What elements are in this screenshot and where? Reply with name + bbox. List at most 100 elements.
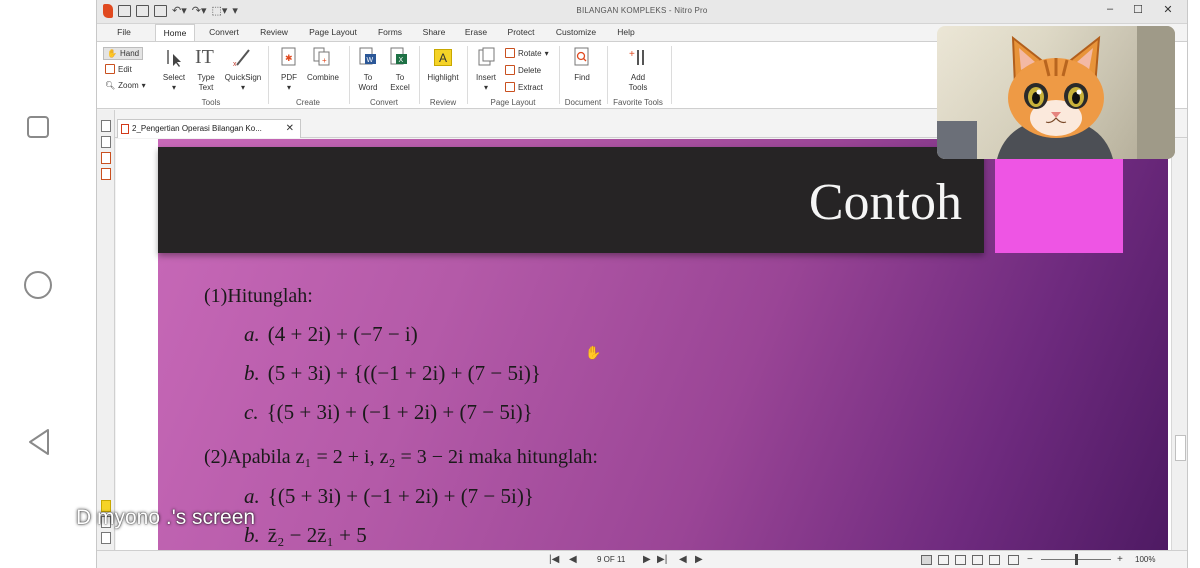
type-text-icon: IT xyxy=(195,46,214,68)
question-1b: b. (5 + 3i) + {((−1 + 2i) + (7 − 5i)} xyxy=(244,361,541,385)
group-label-review: Review xyxy=(429,98,457,107)
vertical-scrollbar[interactable] xyxy=(1171,139,1187,550)
minimize-button[interactable]: – xyxy=(1100,3,1120,15)
select-icon xyxy=(167,50,181,67)
question-2: (2)Apabila z₁ = 2 + i, z₂ = 3 − 2i maka … xyxy=(204,446,598,468)
zoom-tool-button[interactable]: 🔍︎ Zoom ▾ xyxy=(105,81,146,90)
add-tools-icon: + xyxy=(629,49,644,65)
single-page-view-icon[interactable] xyxy=(921,555,932,565)
svg-text:W: W xyxy=(367,57,374,64)
document-view[interactable]: Contoh (1)Hitunglah: a. (4 + 2i) + (−7 − … xyxy=(116,139,1171,550)
group-label-create: Create xyxy=(295,98,320,107)
scrollbar-thumb[interactable] xyxy=(1175,435,1186,461)
last-page-icon[interactable]: ▶| xyxy=(657,554,667,566)
extract-icon xyxy=(505,82,515,92)
tab-protect[interactable]: Protect xyxy=(501,24,541,41)
to-word-button[interactable]: To xyxy=(355,73,381,83)
tab-convert[interactable]: Convert xyxy=(201,24,247,41)
zoom-in-button[interactable]: + xyxy=(1117,554,1123,566)
find-icon xyxy=(574,47,589,66)
fit-page-icon[interactable] xyxy=(989,555,1000,565)
delete-icon xyxy=(505,65,515,75)
zoom-level[interactable]: 100% xyxy=(1135,555,1155,564)
combine-icon: + xyxy=(313,47,330,66)
navigation-pane xyxy=(97,110,115,568)
edit-icon xyxy=(105,64,115,74)
pages-panel-icon[interactable] xyxy=(101,120,111,132)
next-page-icon[interactable]: ▶ xyxy=(643,554,651,566)
zoom-out-button[interactable]: − xyxy=(1027,554,1033,566)
document-tab[interactable]: 2_Pengertian Operasi Bilangan Ko... ✕ xyxy=(117,119,301,138)
to-excel-button[interactable]: To xyxy=(387,73,413,83)
tab-customize[interactable]: Customize xyxy=(551,24,601,41)
tab-review[interactable]: Review xyxy=(253,24,295,41)
insert-icon xyxy=(478,47,495,66)
hand-icon: ✋ xyxy=(107,49,117,58)
group-label-convert: Convert xyxy=(369,98,398,107)
home-button[interactable] xyxy=(24,271,52,299)
extract-button[interactable]: Extract xyxy=(505,82,543,92)
pdf-button[interactable]: PDF xyxy=(275,73,303,83)
status-bar: |◀ ◀ 9 OF 11 ▶ ▶| ◀ ▶ − + 100% xyxy=(97,550,1187,568)
svg-text:x: x xyxy=(233,61,237,67)
recent-apps-button[interactable] xyxy=(27,116,49,138)
combine-button[interactable]: Combine xyxy=(303,73,343,83)
security-panel-icon[interactable] xyxy=(101,168,111,180)
zoom-icon: 🔍︎ xyxy=(105,81,116,90)
next-view-icon[interactable]: ▶ xyxy=(695,554,703,566)
select-button[interactable]: Select xyxy=(159,73,189,83)
question-2a: a. {(5 + 3i) + (−1 + 2i) + (7 − 5i)} xyxy=(244,484,534,508)
zoom-slider-knob[interactable] xyxy=(1075,554,1078,565)
rotate-button[interactable]: Rotate ▾ xyxy=(505,48,549,58)
tab-forms[interactable]: Forms xyxy=(371,24,409,41)
bookmarks-panel-icon[interactable] xyxy=(101,136,111,148)
facing-continuous-view-icon[interactable] xyxy=(972,555,983,565)
delete-button[interactable]: Delete xyxy=(505,65,541,75)
highlight-icon: A xyxy=(434,49,452,66)
quicksign-button[interactable]: QuickSign xyxy=(223,73,263,83)
question-1: (1)Hitunglah: xyxy=(204,285,313,307)
tab-home[interactable]: Home xyxy=(155,24,195,41)
slide-accent-block xyxy=(995,147,1123,253)
svg-text:X: X xyxy=(399,57,404,64)
group-label-document: Document xyxy=(564,98,602,107)
previous-view-icon[interactable]: ◀ xyxy=(679,554,687,566)
attachments-panel-icon[interactable] xyxy=(101,152,111,164)
pdf-create-icon: ✱ xyxy=(281,47,296,66)
maximize-button[interactable]: ☐ xyxy=(1128,3,1148,16)
hand-cursor-icon: ✋ xyxy=(585,345,602,360)
find-button[interactable]: Find xyxy=(567,73,597,83)
svg-text:✱: ✱ xyxy=(285,53,293,63)
question-1c: c. {(5 + 3i) + (−1 + 2i) + (7 − 5i)} xyxy=(244,400,533,424)
edit-tool-button[interactable]: Edit xyxy=(105,64,132,74)
tab-erase[interactable]: Erase xyxy=(459,24,493,41)
highlight-button[interactable]: Highlight xyxy=(423,73,463,83)
participant-video xyxy=(937,26,1175,159)
document-tab-title: 2_Pengertian Operasi Bilangan Ko... xyxy=(132,124,262,133)
group-label-page-layout: Page Layout xyxy=(490,98,536,107)
tab-help[interactable]: Help xyxy=(611,24,641,41)
close-tab-button[interactable]: ✕ xyxy=(286,120,294,138)
type-text-button[interactable]: Type xyxy=(191,73,221,83)
continuous-view-icon[interactable] xyxy=(938,555,949,565)
fit-width-icon[interactable] xyxy=(1008,555,1019,565)
slide-page: Contoh (1)Hitunglah: a. (4 + 2i) + (−7 − … xyxy=(158,139,1168,550)
insert-button[interactable]: Insert xyxy=(471,73,501,83)
title-bar: ↶▾ ↷▾ ⬚▾ ▾ BILANGAN KOMPLEKS - Nitro Pro… xyxy=(97,0,1187,24)
add-tools-button[interactable]: Add xyxy=(623,73,653,83)
facing-view-icon[interactable] xyxy=(955,555,966,565)
close-window-button[interactable]: ✕ xyxy=(1158,3,1178,16)
first-page-icon[interactable]: |◀ xyxy=(549,554,559,566)
output-panel-icon[interactable] xyxy=(101,532,111,544)
quicksign-icon: x xyxy=(233,49,250,67)
previous-page-icon[interactable]: ◀ xyxy=(569,554,577,566)
pdf-file-icon xyxy=(121,124,129,134)
tab-page-layout[interactable]: Page Layout xyxy=(303,24,363,41)
group-label-favorite-tools: Favorite Tools xyxy=(613,98,663,107)
page-indicator[interactable]: 9 OF 11 xyxy=(597,555,625,564)
svg-text:+: + xyxy=(322,56,327,65)
hand-tool-button[interactable]: ✋ Hand xyxy=(103,47,144,60)
tab-file[interactable]: File xyxy=(107,24,141,41)
back-button[interactable] xyxy=(26,428,52,456)
tab-share[interactable]: Share xyxy=(415,24,453,41)
